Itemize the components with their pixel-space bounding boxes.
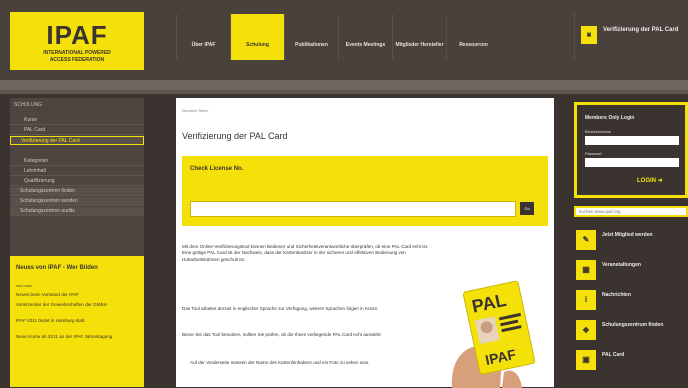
logo-subtitle-2: ACCESS FEDERATION: [49, 57, 105, 63]
check-license-title: Check License No.: [190, 166, 244, 172]
sidebar-item-find-centre[interactable]: Schulungszentren finden: [10, 187, 144, 196]
search-input[interactable]: [574, 206, 688, 217]
nav-item-resources[interactable]: Ressourcen: [446, 14, 500, 60]
go-button[interactable]: Go: [520, 202, 534, 215]
right-link-label: PAL Card: [602, 352, 625, 358]
username-label: Benutzername: [585, 129, 612, 134]
right-link-label: Veranstaltungen: [602, 262, 641, 268]
login-box: Members Only Login Benutzername Passwort…: [574, 102, 688, 198]
nav-item-events[interactable]: Events Meetings: [338, 14, 392, 60]
news-item[interactable]: Neue Kurse ab 2011 an der IPAF Jahrestag…: [16, 334, 140, 340]
right-link-find-centre[interactable]: ◈ Schulungszentrum finden: [576, 316, 688, 344]
sidebar-item-become-centre[interactable]: Schulungszentren werden: [10, 197, 144, 206]
sidebar-item-pal-card[interactable]: PAL Card: [10, 126, 144, 135]
right-link-label: Nachrichten: [602, 292, 631, 298]
news-item[interactable]: Vorsitzender der Gewerkschaften der GMBH: [16, 302, 140, 308]
language-paragraph: Das Tool arbeitet derzeit in englischer …: [182, 306, 379, 311]
right-link-label: Schulungszentrum finden: [602, 322, 664, 328]
verify-pal-card-link[interactable]: ▣ Verifizierung der PAL Card: [574, 12, 684, 60]
verify-label: Verifizierung der PAL Card: [603, 27, 679, 33]
nav-item-about[interactable]: Über IPAF: [176, 14, 230, 60]
sidebar-item-kurse[interactable]: Kurse: [10, 116, 144, 125]
right-link-pal-card[interactable]: ▣ PAL Card: [576, 346, 688, 374]
print-share-links[interactable]: Drucken Teilen: [182, 108, 208, 113]
sidebar-item-content[interactable]: Lehrinhalt: [10, 167, 144, 176]
nav-item-training[interactable]: Schulung: [230, 14, 284, 60]
license-number-input[interactable]: [190, 201, 516, 217]
username-input[interactable]: [585, 136, 679, 145]
pen-icon: ✎: [576, 230, 596, 250]
bullet-paragraph: Auf der Vorderseite müssen der Name des …: [190, 360, 370, 365]
calendar-icon: ▦: [576, 260, 596, 280]
news-box: Neues von IPAF - Wer Bilden IPAF CARD Ne…: [10, 256, 144, 387]
pal-card-image: PAL IPAF: [451, 280, 536, 388]
right-link-join[interactable]: ✎ Jetzt Mitglied werden: [576, 226, 688, 254]
nav-item-members[interactable]: Mitglieder Hersteller: [392, 14, 446, 60]
news-title[interactable]: Neues von IPAF - Wer Bilden: [16, 264, 138, 272]
intro-paragraph: Mit dem Online-Verifizierungstool können…: [182, 244, 429, 262]
logo-subtitle-1: INTERNATIONAL POWERED: [43, 50, 111, 56]
login-button[interactable]: LOGIN ➜: [637, 177, 663, 184]
pal-card-icon: ▣: [581, 26, 597, 44]
login-button-label: LOGIN: [637, 178, 656, 184]
check-paragraph: Bevor Sie das Tool benutzen, sollten Sie…: [182, 332, 382, 337]
sidebar-item-verify[interactable]: Verifizierung der PAL Card: [10, 136, 144, 145]
nav-item-publications[interactable]: Publikationen: [284, 14, 338, 60]
news-small-label: IPAF CARD: [16, 284, 32, 288]
sidebar-heading: SCHULUNG: [14, 102, 43, 108]
ipaf-logo[interactable]: IPAF INTERNATIONAL POWERED ACCESS FEDERA…: [10, 12, 144, 70]
password-input[interactable]: [585, 158, 679, 167]
login-title: Members Only Login: [585, 115, 635, 121]
page-title: Verifizierung der PAL Card: [182, 131, 288, 141]
news-item[interactable]: IPAF 2011 findet in Hamburg statt: [16, 318, 140, 324]
divider-strip-lower: [0, 90, 688, 94]
sidebar-item-audits[interactable]: Schulungszentren audits: [10, 207, 144, 216]
news-item[interactable]: Neues beim Vorstand der IPAF: [16, 292, 140, 298]
main-content: Drucken Teilen Verifizierung der PAL Car…: [176, 98, 554, 388]
right-sidebar: Members Only Login Benutzername Passwort…: [566, 98, 688, 387]
right-link-label: Jetzt Mitglied werden: [602, 232, 653, 238]
pal-icon: ▣: [576, 350, 596, 370]
right-link-news[interactable]: i Nachrichten: [576, 286, 688, 314]
arrow-right-icon: ➜: [657, 178, 663, 184]
map-icon: ◈: [576, 320, 596, 340]
info-icon: i: [576, 290, 596, 310]
sidebar-item-categories[interactable]: Kategorien: [10, 157, 144, 166]
logo-text: IPAF: [46, 20, 108, 50]
password-label: Passwort: [585, 151, 602, 156]
check-license-panel: Check License No. Go: [182, 156, 548, 226]
right-link-events[interactable]: ▦ Veranstaltungen: [576, 256, 688, 284]
sidebar-item-qualification[interactable]: Qualifizierung: [10, 177, 144, 186]
